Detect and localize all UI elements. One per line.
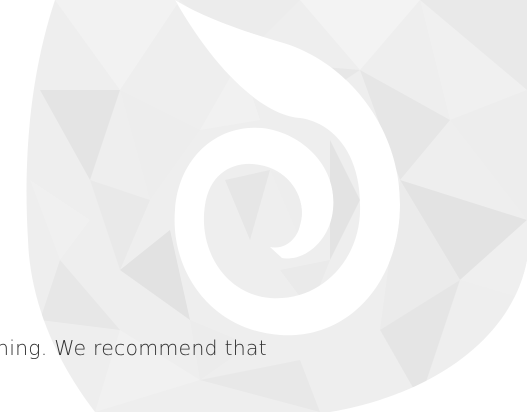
notice-text: ning. We recommend that: [0, 336, 267, 360]
